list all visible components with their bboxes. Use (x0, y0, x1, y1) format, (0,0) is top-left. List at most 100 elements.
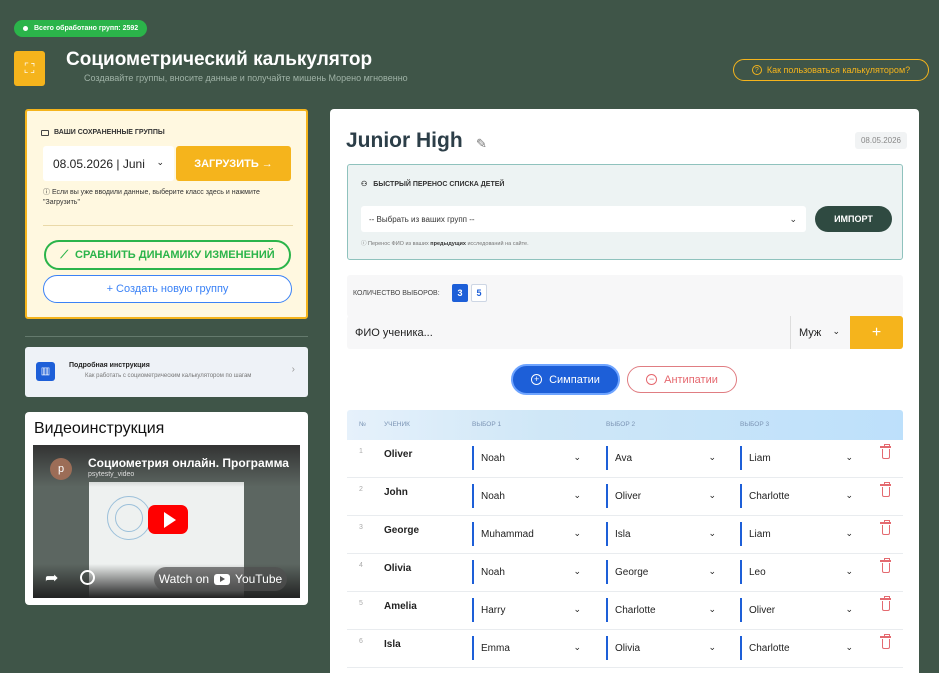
saved-groups-heading: ВАШИ СОХРАНЕННЫЕ ГРУППЫ (41, 129, 165, 136)
choice-2-select[interactable]: Charlotte ⌄ (606, 598, 720, 622)
choice-1-select[interactable]: Harry ⌄ (472, 598, 585, 622)
import-button[interactable]: ИМПОРТ (815, 206, 892, 232)
create-group-button[interactable]: + Создать новую группу (43, 275, 292, 303)
choice-1-select[interactable]: Noah ⌄ (472, 560, 585, 584)
choice-1-select[interactable]: Noah ⌄ (472, 484, 585, 508)
app-title: Социометрический калькулятор (66, 49, 373, 70)
sidebar-divider (25, 336, 308, 337)
import-hint-bold: предыдущих (430, 241, 466, 247)
import-group-select[interactable]: -- Выбрать из ваших групп -- ⌄ (361, 206, 806, 232)
choice-2-select[interactable]: Isla ⌄ (606, 522, 720, 546)
import-hint-prefix: Перенос ФИО из ваших (368, 241, 431, 247)
choice-2-select[interactable]: Ava ⌄ (606, 446, 720, 470)
video-name[interactable]: Социометрия онлайн. Программа (88, 456, 289, 470)
saved-group-select[interactable]: 08.05.2026 | Juni ⌄ (43, 146, 174, 181)
choice-2-select[interactable]: Oliver ⌄ (606, 484, 720, 508)
choice-3-select[interactable]: Leo ⌄ (740, 560, 857, 584)
header-choice-2: ВЫБОР 2 (606, 421, 636, 428)
row-number: 2 (359, 486, 363, 493)
tab-antipathies[interactable]: − Антипатии (627, 366, 737, 393)
compare-dynamics-label: СРАВНИТЬ ДИНАМИКУ ИЗМЕНЕНИЙ (75, 249, 275, 261)
choice-2-select[interactable]: Olivia ⌄ (606, 636, 720, 660)
choice-2-value: Oliver (615, 490, 642, 502)
trash-icon[interactable] (880, 558, 891, 573)
gender-select-value: Муж (799, 326, 822, 339)
choice-1-select[interactable]: Emma ⌄ (472, 636, 585, 660)
add-student-row: Муж ⌄ + (347, 316, 903, 349)
choice-1-value: Muhammad (481, 528, 534, 540)
divider (43, 225, 293, 226)
hierarchy-icon: ⛶ (24, 60, 35, 76)
trash-icon[interactable] (880, 634, 891, 649)
choice-1-select[interactable]: Muhammad ⌄ (472, 522, 585, 546)
status-dot (23, 26, 28, 31)
table-row: 6 Isla Emma ⌄ Olivia ⌄ Charlotte ⌄ (347, 630, 903, 668)
choice-2-select[interactable]: George ⌄ (606, 560, 720, 584)
row-number: 1 (359, 448, 363, 455)
choice-3-value: Liam (749, 528, 771, 540)
app-subtitle: Создавайте группы, вносите данные и полу… (84, 73, 408, 83)
watch-on-youtube-button[interactable]: Watch on YouTube (154, 567, 287, 591)
chevron-down-icon: ⌄ (573, 528, 581, 538)
student-name: John (384, 487, 408, 498)
student-name: Amelia (384, 601, 417, 612)
choice-3-select[interactable]: Charlotte ⌄ (740, 636, 857, 660)
instruction-card[interactable]: ▥ Подробная инструкция Как работать с со… (25, 347, 308, 397)
help-link-label: Как пользоваться калькулятором? (766, 65, 911, 75)
chevron-down-icon: ⌄ (708, 642, 716, 652)
student-name: George (384, 525, 420, 536)
table-row: 2 John Noah ⌄ Oliver ⌄ Charlotte ⌄ (347, 478, 903, 516)
folder-icon (41, 129, 49, 136)
choice-1-value: Noah (481, 452, 505, 464)
trash-icon[interactable] (880, 520, 891, 535)
tab-sympathies[interactable]: + Симпатии (511, 364, 620, 395)
row-number: 6 (359, 638, 363, 645)
video-card: Видеоинструкция p Социометрия онлайн. Пр… (25, 412, 308, 605)
watch-later-icon[interactable] (80, 570, 95, 585)
help-link[interactable]: ? Как пользоваться калькулятором? (733, 59, 929, 81)
import-hint: ⓘ Перенос ФИО из ваших предыдущих исслед… (361, 239, 529, 247)
video-player[interactable]: p Социометрия онлайн. Программа psytesty… (33, 445, 300, 598)
trash-icon[interactable] (880, 444, 891, 459)
header-number: № (359, 421, 366, 428)
add-student-button[interactable]: + (850, 316, 903, 349)
chevron-right-icon: › (291, 364, 295, 375)
pencil-icon[interactable]: ✎ (476, 136, 487, 152)
choice-3-select[interactable]: Liam ⌄ (740, 522, 857, 546)
video-heading: Видеоинструкция (34, 420, 165, 437)
chevron-down-icon: ⌄ (832, 326, 840, 336)
gender-select[interactable]: Муж ⌄ (790, 316, 850, 349)
student-name-input[interactable] (347, 316, 790, 349)
compare-dynamics-button[interactable]: ⟋ СРАВНИТЬ ДИНАМИКУ ИЗМЕНЕНИЙ (44, 240, 291, 270)
instruction-subtitle: Как работать с социометрическим калькуля… (85, 373, 252, 379)
share-icon[interactable]: ➦ (45, 568, 58, 588)
choice-3-select[interactable]: Oliver ⌄ (740, 598, 857, 622)
play-button[interactable] (148, 505, 188, 534)
choices-count-row: КОЛИЧЕСТВО ВЫБОРОВ: 3 5 (347, 275, 903, 317)
header-choice-3: ВЫБОР 3 (740, 421, 770, 428)
chevron-down-icon: ⌄ (789, 214, 797, 224)
book-icon: ▥ (36, 362, 55, 381)
table-header: № УЧЕНИК ВЫБОР 1 ВЫБОР 2 ВЫБОР 3 (347, 410, 903, 440)
watch-on-label: Watch on (158, 572, 210, 586)
import-heading: ⚇ БЫСТРЫЙ ПЕРЕНОС СПИСКА ДЕТЕЙ (361, 180, 504, 189)
choice-3-select[interactable]: Liam ⌄ (740, 446, 857, 470)
info-icon: ⓘ (43, 189, 52, 196)
chevron-down-icon: ⌄ (708, 452, 716, 462)
chevron-down-icon: ⌄ (573, 604, 581, 614)
choices-option-3[interactable]: 3 (452, 284, 468, 302)
processed-groups-badge: Всего обработано групп: 2592 (14, 20, 148, 37)
date-badge: 08.05.2026 (854, 132, 907, 149)
saved-group-selected-value: 08.05.2026 | Juni (53, 156, 145, 171)
trash-icon[interactable] (880, 482, 891, 497)
class-title: Junior High (346, 129, 463, 152)
choice-3-select[interactable]: Charlotte ⌄ (740, 484, 857, 508)
load-button[interactable]: ЗАГРУЗИТЬ → (176, 146, 291, 181)
choices-option-5[interactable]: 5 (471, 284, 487, 302)
trash-icon[interactable] (880, 596, 891, 611)
youtube-icon (214, 573, 231, 585)
channel-avatar[interactable]: p (50, 458, 72, 480)
choice-1-select[interactable]: Noah ⌄ (472, 446, 585, 470)
choice-1-value: Emma (481, 642, 510, 654)
plus-circle-icon: + (531, 374, 543, 385)
